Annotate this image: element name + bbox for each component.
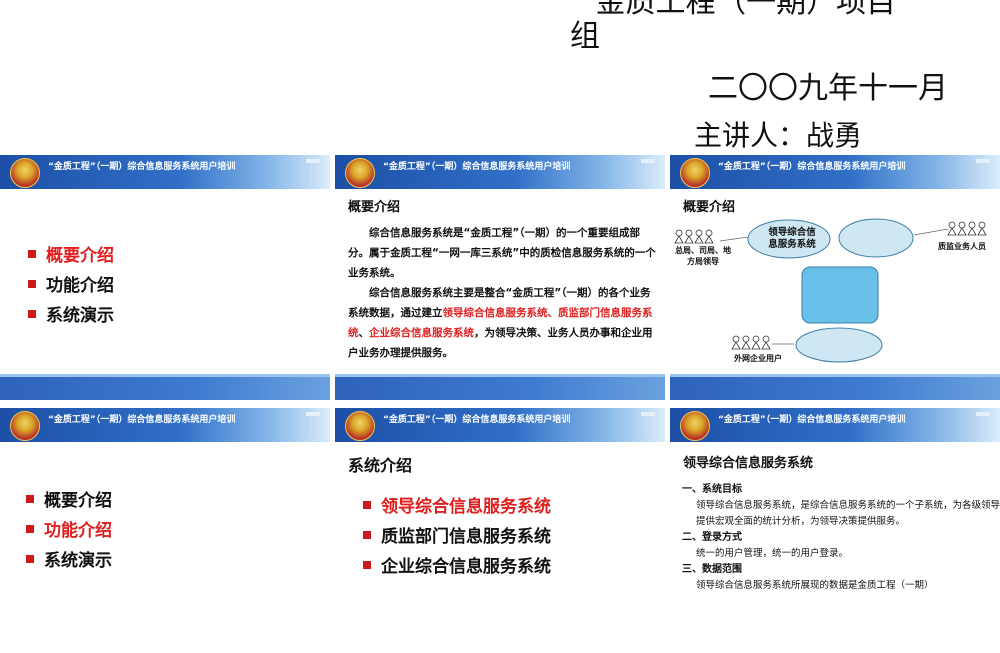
- pillar-icon: [976, 159, 990, 185]
- section-data-body: 领导综合信息服务系统所展现的数据是金质工程（一期）: [696, 580, 934, 591]
- bullet-demo: 系统演示: [28, 301, 114, 331]
- slide-banner: “金质工程”（一期）综合信息服务系统用户培训: [335, 408, 665, 442]
- pillar-icon: [306, 159, 320, 185]
- bullet-department-system: 质监部门信息服务系统: [363, 522, 551, 552]
- cover-title-line1: “金质工程”（一期）项目: [580, 0, 897, 20]
- banner-title: “金质工程”（一期）综合信息服务系统用户培训: [383, 415, 571, 425]
- pillar-icon: [641, 159, 655, 185]
- section-data-title: 三、数据范围: [682, 564, 742, 575]
- section-login-body: 统一的用户管理，统一的用户登录。: [696, 548, 849, 559]
- bullet-overview: 概要介绍: [26, 486, 112, 516]
- section-goal-body: 领导综合信息服务系统，是综合信息服务系统的一个子系统，为各级领导提供宏观全面的统…: [696, 500, 1000, 527]
- leader-system-label: 领导综合信息服务系统: [768, 227, 816, 250]
- emblem-icon: [345, 411, 375, 441]
- slide-thumbnail-1[interactable]: “金质工程”（一期）综合信息服务系统用户培训 概要介绍 功能介绍 系统演示: [0, 155, 330, 400]
- emblem-icon: [10, 411, 40, 441]
- emblem-icon: [680, 411, 710, 441]
- slide-thumbnail-3[interactable]: “金质工程”（一期）综合信息服务系统用户培训 概要介绍 领导综合信息服务系统 总…: [670, 155, 1000, 400]
- section-goal-title: 一、系统目标: [682, 484, 742, 495]
- slide-banner: “金质工程”（一期）综合信息服务系统用户培训: [670, 155, 1000, 189]
- banner-title: “金质工程”（一期）综合信息服务系统用户培训: [383, 162, 571, 172]
- slide-banner: “金质工程”（一期）综合信息服务系统用户培训: [0, 408, 330, 442]
- emblem-icon: [345, 158, 375, 188]
- bullet-demo: 系统演示: [26, 546, 112, 576]
- bullet-leader-system: 领导综合信息服务系统: [363, 492, 551, 522]
- slide-banner: “金质工程”（一期）综合信息服务系统用户培训: [670, 408, 1000, 442]
- cover-slide-fragment: “金质工程”（一期）项目 组 二〇〇九年十一月 主讲人：战勇: [0, 0, 1000, 153]
- bullet-overview: 概要介绍: [28, 241, 114, 271]
- staff-label: 质监业务人员: [938, 242, 986, 251]
- paragraph-2: 综合信息服务系统主要是整合“金质工程”（一期）的各个业务系统数据，通过建立领导综…: [348, 287, 653, 359]
- leader-label: 总局、司局、地方局领导: [675, 246, 731, 266]
- staff-people-icon: [947, 221, 987, 236]
- staff-system-node: [838, 218, 914, 258]
- slide-heading: 系统介绍: [348, 456, 413, 475]
- banner-title: “金质工程”（一期）综合信息服务系统用户培训: [48, 415, 236, 425]
- cover-speaker: 主讲人：战勇: [694, 119, 863, 152]
- cover-date: 二〇〇九年十一月: [708, 71, 948, 106]
- slide-heading: 领导综合信息服务系统: [683, 456, 814, 471]
- emblem-icon: [10, 158, 40, 188]
- bullet-enterprise-system: 企业综合信息服务系统: [363, 552, 551, 582]
- emblem-icon: [680, 158, 710, 188]
- architecture-diagram: [674, 218, 987, 363]
- pillar-icon: [976, 412, 990, 438]
- bullet-functions: 功能介绍: [28, 271, 114, 301]
- slide-footer: [670, 374, 1000, 400]
- slide-thumbnail-4[interactable]: “金质工程”（一期）综合信息服务系统用户培训 概要介绍 功能介绍 系统演示: [0, 408, 330, 653]
- pillar-icon: [306, 412, 320, 438]
- slide-banner: “金质工程”（一期）综合信息服务系统用户培训: [0, 155, 330, 189]
- leader-people-icon: [674, 229, 714, 244]
- slide-thumbnail-5[interactable]: “金质工程”（一期）综合信息服务系统用户培训 系统介绍 领导综合信息服务系统 质…: [335, 408, 665, 653]
- enterprise-label: 外网企业用户: [734, 354, 782, 363]
- section-login-title: 二、登录方式: [682, 532, 742, 543]
- slide-thumbnail-6[interactable]: “金质工程”（一期）综合信息服务系统用户培训 领导综合信息服务系统 一、系统目标…: [670, 408, 1000, 653]
- core-database-node: [801, 266, 879, 324]
- slide-thumbnail-2[interactable]: “金质工程”（一期）综合信息服务系统用户培训 概要介绍 综合信息服务系统是“金质…: [335, 155, 665, 400]
- slide-banner: “金质工程”（一期）综合信息服务系统用户培训: [335, 155, 665, 189]
- slide-footer: [335, 374, 665, 400]
- connector: [719, 236, 749, 242]
- system-description: 一、系统目标 领导综合信息服务系统，是综合信息服务系统的一个子系统，为各级领导提…: [682, 482, 1000, 594]
- paragraph-1: 综合信息服务系统是“金质工程”（一期）的一个重要组成部分。属于金质工程“一网一库…: [348, 227, 656, 279]
- pillar-icon: [641, 412, 655, 438]
- bullet-functions: 功能介绍: [26, 516, 112, 546]
- slide-footer: [0, 374, 330, 400]
- cover-title-line2: 组: [570, 19, 600, 54]
- overview-paragraph: 综合信息服务系统是“金质工程”（一期）的一个重要组成部分。属于金质工程“一网一库…: [348, 223, 660, 363]
- banner-title: “金质工程”（一期）综合信息服务系统用户培训: [48, 162, 236, 172]
- banner-title: “金质工程”（一期）综合信息服务系统用户培训: [718, 162, 906, 172]
- connector: [913, 228, 949, 236]
- banner-title: “金质工程”（一期）综合信息服务系统用户培训: [718, 415, 906, 425]
- enterprise-people-icon: [731, 335, 771, 350]
- enterprise-system-node: [795, 327, 883, 363]
- slide-heading: 概要介绍: [348, 200, 401, 215]
